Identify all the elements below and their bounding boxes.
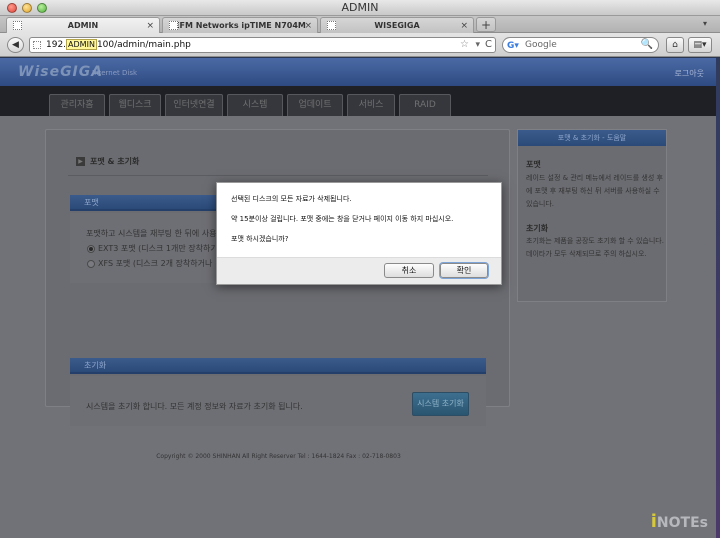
- close-tab-icon[interactable]: ×: [146, 18, 154, 34]
- section-divider: [68, 175, 488, 176]
- menu-item-service[interactable]: 서비스: [347, 94, 395, 116]
- desktop-background: [716, 58, 720, 538]
- help-init-title: 초기화: [526, 224, 549, 233]
- menu-item-web-disk[interactable]: 웹디스크: [109, 94, 161, 116]
- dialog-line: 약 15분이상 걸립니다. 포맷 중에는 창을 닫거나 페이지 이동 하지 마십…: [231, 215, 454, 223]
- help-panel: 포맷 & 초기화 - 도움말 포맷 레이드 설정 & 관리 메뉴에서 레이드를 …: [517, 129, 667, 302]
- sidebar-button[interactable]: ▤▾: [688, 37, 712, 53]
- init-box-header: 초기화: [70, 358, 486, 374]
- section-title-text: 포맷 & 초기화: [90, 157, 140, 166]
- minimize-window-icon[interactable]: [22, 3, 32, 13]
- tab-wisegiga[interactable]: WISEGIGA ×: [320, 17, 474, 33]
- site-header: WiseGIGA Internet Disk 로그아웃: [0, 58, 716, 86]
- tab-efm-networks[interactable]: EFM Networks ipTIME N704M ×: [162, 17, 318, 33]
- radio-xfs[interactable]: [87, 259, 95, 268]
- menu-item-update[interactable]: 업데이트: [287, 94, 343, 116]
- zoom-window-icon[interactable]: [37, 3, 47, 13]
- cancel-button[interactable]: 취소: [384, 263, 434, 278]
- new-tab-button[interactable]: +: [476, 17, 496, 32]
- url-tooltip: ADMIN: [66, 39, 97, 50]
- bookmark-star-icon[interactable]: ☆: [460, 38, 469, 52]
- watermark-logo: iNOTEs: [651, 511, 708, 532]
- dialog-line: 선택된 디스크의 모든 자료가 삭제됩니다.: [231, 195, 352, 203]
- help-header: 포맷 & 초기화 - 도움말: [518, 130, 666, 146]
- system-reset-button[interactable]: 시스템 초기화: [412, 392, 469, 416]
- reload-icon[interactable]: C: [485, 38, 492, 52]
- site-identity-icon: [33, 41, 41, 49]
- web-page: WiseGIGA Internet Disk 로그아웃 관리자홈 웹디스크 인터…: [0, 58, 716, 538]
- init-description: 시스템을 초기화 합니다. 모든 계정 정보와 자료가 초기화 됩니다.: [86, 402, 303, 411]
- menu-item-internet[interactable]: 인터넷연결: [165, 94, 223, 116]
- home-button[interactable]: ⌂: [666, 37, 684, 53]
- tab-bar: ADMIN × EFM Networks ipTIME N704M × WISE…: [0, 16, 720, 33]
- window-title: ADMIN: [341, 1, 379, 14]
- search-input[interactable]: G▾ Google 🔍: [502, 37, 659, 53]
- page-favicon-icon: [327, 21, 336, 30]
- tab-list-icon[interactable]: ▾: [703, 19, 707, 28]
- watermark-text: NOTEs: [656, 515, 708, 531]
- tab-label: ADMIN: [67, 21, 99, 30]
- format-option-label: EXT3 포맷 (디스크 1개만 장착하기: [98, 244, 218, 253]
- search-icon[interactable]: 🔍: [641, 38, 653, 52]
- site-logo: WiseGIGA: [18, 64, 104, 80]
- site-logo-subtitle: Internet Disk: [92, 69, 138, 77]
- window-titlebar: ADMIN: [0, 0, 720, 16]
- dialog-footer: 취소 확인: [217, 257, 501, 284]
- close-tab-icon[interactable]: ×: [304, 18, 312, 34]
- menu-item-raid[interactable]: RAID: [399, 94, 451, 116]
- format-option-label: XFS 포맷 (디스크 2개 장착하거나: [98, 259, 213, 268]
- tab-label: EFM Networks ipTIME N704M: [174, 21, 306, 30]
- confirm-button[interactable]: 확인: [440, 263, 488, 278]
- logout-link[interactable]: 로그아웃: [675, 68, 704, 79]
- format-description: 포맷하고 시스템을 재부팅 한 뒤에 사용: [86, 229, 217, 238]
- url-suffix: 100/admin/main.php: [96, 40, 191, 50]
- help-init-text: 초기화는 제품을 공장도 초기화 할 수 있습니다. 데이타가 모두 삭제되므로…: [526, 237, 664, 258]
- main-menu: 관리자홈 웹디스크 인터넷연결 시스템 업데이트 서비스 RAID: [0, 86, 716, 116]
- history-dropdown-icon[interactable]: ▾: [475, 38, 480, 52]
- radio-ext3[interactable]: [87, 244, 95, 253]
- format-option-xfs[interactable]: XFS 포맷 (디스크 2개 장착하거나: [87, 258, 212, 269]
- search-engine-icon[interactable]: G▾: [507, 39, 519, 53]
- dialog-line: 포맷 하시겠습니까?: [231, 235, 289, 243]
- tab-label: WISEGIGA: [374, 21, 420, 30]
- confirm-dialog: 선택된 디스크의 모든 자료가 삭제됩니다. 약 15분이상 걸립니다. 포맷 …: [216, 182, 502, 285]
- bullet-arrow-icon: ▶: [76, 157, 85, 166]
- page-favicon-icon: [13, 21, 22, 30]
- url-prefix: 192.: [46, 40, 67, 50]
- section-title: ▶ 포맷 & 초기화: [76, 156, 139, 167]
- close-tab-icon[interactable]: ×: [460, 18, 468, 34]
- dialog-message: 선택된 디스크의 모든 자료가 삭제됩니다. 약 15분이상 걸립니다. 포맷 …: [217, 183, 501, 258]
- copyright-text: Copyright © 2000 SHINHAN All Right Reser…: [156, 453, 401, 460]
- back-button[interactable]: ◀: [7, 37, 24, 53]
- help-format-text: 레이드 설정 & 관리 메뉴에서 레이드를 생성 후에 포맷 후 재부팅 하신 …: [526, 174, 663, 208]
- help-format-title: 포맷: [526, 160, 541, 169]
- menu-item-admin-home[interactable]: 관리자홈: [49, 94, 105, 116]
- url-bar[interactable]: 192. ADMIN 100/admin/main.php ☆ ▾ C: [29, 37, 496, 53]
- close-window-icon[interactable]: [7, 3, 17, 13]
- format-option-ext3[interactable]: EXT3 포맷 (디스크 1개만 장착하기: [87, 243, 218, 254]
- menu-item-system[interactable]: 시스템: [227, 94, 283, 116]
- navigation-toolbar: ◀ 192. ADMIN 100/admin/main.php ☆ ▾ C G▾ G…: [0, 33, 720, 57]
- page-favicon-icon: [169, 21, 178, 30]
- tab-admin[interactable]: ADMIN ×: [6, 17, 160, 33]
- search-placeholder: Google: [525, 40, 557, 50]
